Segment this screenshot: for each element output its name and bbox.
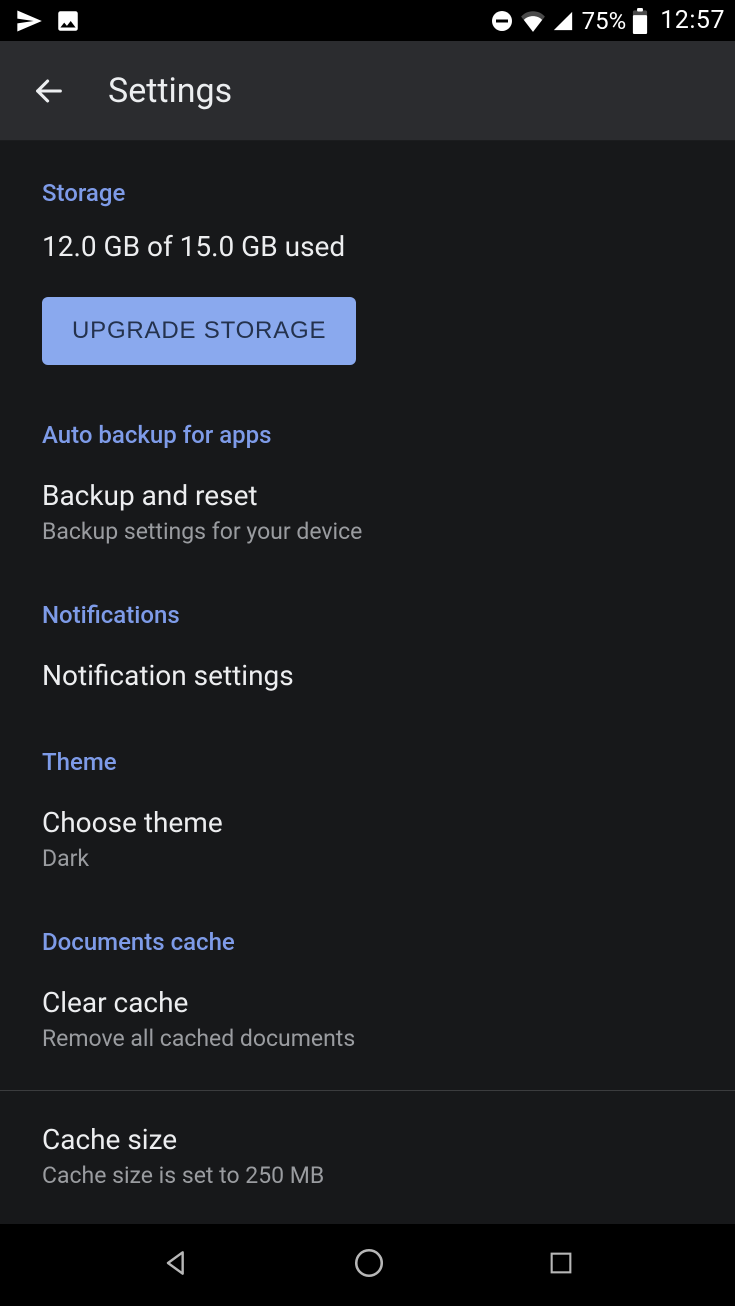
item-title: Choose theme	[42, 806, 693, 839]
settings-list: Storage 12.0 GB of 15.0 GB used UPGRADE …	[0, 141, 735, 1224]
send-icon	[15, 7, 43, 35]
section-theme: Theme	[0, 748, 735, 776]
page-title: Settings	[108, 71, 232, 111]
status-bar: 75% 12:57	[0, 0, 735, 41]
item-subtitle: Cache size is set to 250 MB	[42, 1162, 693, 1189]
section-header-theme: Theme	[42, 748, 693, 776]
item-cache-size[interactable]: Cache size Cache size is set to 250 MB	[0, 1123, 735, 1189]
section-header-notifications: Notifications	[42, 601, 693, 629]
nav-home-button[interactable]	[352, 1246, 386, 1284]
photo-icon	[55, 8, 81, 34]
section-autobackup: Auto backup for apps	[0, 421, 735, 449]
item-title: Backup and reset	[42, 479, 693, 512]
item-choose-theme[interactable]: Choose theme Dark	[0, 806, 735, 872]
nav-back-button[interactable]	[160, 1247, 192, 1283]
nav-recent-button[interactable]	[547, 1249, 575, 1281]
item-clear-cache[interactable]: Clear cache Remove all cached documents	[0, 986, 735, 1052]
item-title: Cache size	[42, 1123, 693, 1156]
back-icon[interactable]	[32, 74, 66, 108]
item-title: Notification settings	[42, 659, 693, 692]
dnd-icon	[490, 9, 514, 33]
section-notifications: Notifications	[0, 601, 735, 629]
upgrade-storage-button[interactable]: UPGRADE STORAGE	[42, 297, 356, 365]
item-notification-settings[interactable]: Notification settings	[0, 659, 735, 692]
wifi-icon	[520, 10, 546, 32]
storage-usage-text: 12.0 GB of 15.0 GB used	[42, 229, 693, 265]
section-header-cache: Documents cache	[42, 928, 693, 956]
section-documents-cache: Documents cache	[0, 928, 735, 956]
item-title: Clear cache	[42, 986, 693, 1019]
section-header-autobackup: Auto backup for apps	[42, 421, 693, 449]
item-subtitle: Dark	[42, 845, 693, 872]
system-nav-bar	[0, 1224, 735, 1306]
item-subtitle: Remove all cached documents	[42, 1025, 693, 1052]
clock: 12:57	[660, 6, 725, 35]
section-storage: Storage 12.0 GB of 15.0 GB used UPGRADE …	[0, 141, 735, 365]
section-header-storage: Storage	[42, 179, 693, 207]
signal-icon	[552, 10, 574, 32]
divider	[0, 1090, 735, 1091]
battery-percent: 75%	[582, 7, 627, 35]
item-subtitle: Backup settings for your device	[42, 518, 693, 545]
app-bar: Settings	[0, 41, 735, 141]
battery-icon	[632, 8, 648, 34]
item-backup-and-reset[interactable]: Backup and reset Backup settings for you…	[0, 479, 735, 545]
